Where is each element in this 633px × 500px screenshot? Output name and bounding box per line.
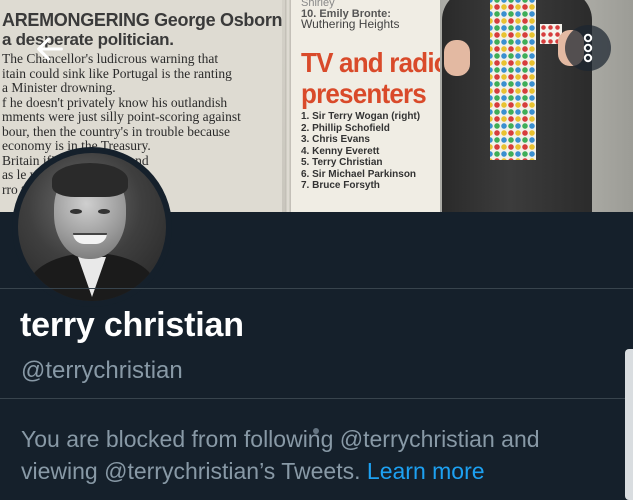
profile-screen: AREMONGERING George Osborne a desperate … — [0, 0, 633, 500]
avatar-container[interactable] — [12, 147, 172, 307]
banner-photo-shirt — [490, 0, 536, 160]
touch-indicator — [313, 428, 319, 434]
arrow-left-icon — [37, 37, 63, 61]
divider — [0, 288, 633, 289]
banner-photo-hand — [444, 40, 470, 76]
display-name: terry christian — [20, 306, 244, 344]
scrollbar[interactable] — [625, 349, 633, 500]
avatar — [18, 153, 166, 301]
learn-more-link[interactable]: Learn more — [367, 458, 485, 484]
divider — [0, 398, 633, 399]
blocked-notice: You are blocked from following @terrychr… — [21, 423, 621, 487]
user-handle: @terrychristian — [21, 357, 183, 384]
more-options-button[interactable] — [565, 25, 611, 71]
more-vertical-icon — [583, 33, 593, 63]
back-button[interactable] — [27, 26, 73, 72]
